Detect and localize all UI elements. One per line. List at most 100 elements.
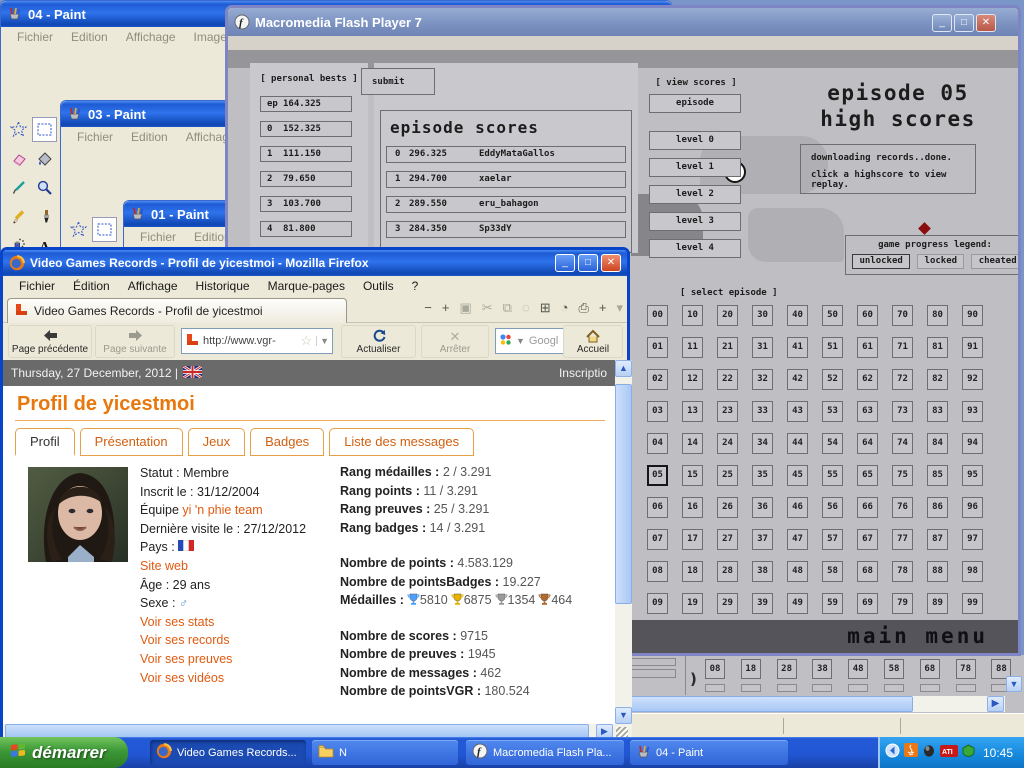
flash-titlebar[interactable]: f Macromedia Flash Player 7	[228, 8, 1018, 36]
menu-item-dition[interactable]: Édition	[65, 277, 118, 295]
fragment-hscrollbar[interactable]	[628, 696, 1005, 712]
episode-button-36[interactable]: 36	[752, 497, 773, 518]
fragment-hscroll-thumb[interactable]	[628, 696, 913, 712]
tab-liste-des-messages[interactable]: Liste des messages	[329, 428, 475, 456]
episode-button-50[interactable]: 50	[822, 305, 843, 326]
episode-button-44[interactable]: 44	[787, 433, 808, 454]
refresh-button[interactable]: Actualiser	[341, 325, 416, 358]
episode-button-03[interactable]: 03	[647, 401, 668, 422]
menu-item-edition[interactable]: Edition	[63, 28, 116, 46]
firefox-titlebar[interactable]: Video Games Records - Profil de yicestmo…	[3, 250, 627, 276]
episode-button-19[interactable]: 19	[682, 593, 703, 614]
mouse-tray-icon[interactable]	[922, 744, 936, 762]
uk-flag-icon[interactable]	[182, 364, 203, 381]
episode-button-92[interactable]: 92	[962, 369, 983, 390]
episode-button-62[interactable]: 62	[857, 369, 878, 390]
view-scores-button-level1[interactable]: level 1	[649, 158, 741, 177]
episode-button-12[interactable]: 12	[682, 369, 703, 390]
episode-button-05[interactable]: 05	[647, 465, 668, 486]
scroll-down-button[interactable]: ▼	[615, 707, 632, 724]
vscroll-thumb[interactable]	[615, 384, 632, 604]
episode-button-84[interactable]: 84	[927, 433, 948, 454]
profile-link[interactable]: yi 'n phie team	[182, 503, 262, 517]
episode-button-67[interactable]: 67	[857, 529, 878, 550]
episode-button-52[interactable]: 52	[822, 369, 843, 390]
url-bar[interactable]: http://www.vgr- ☆ ▼	[181, 328, 333, 354]
episode-button-91[interactable]: 91	[962, 337, 983, 358]
episode-button-86[interactable]: 86	[927, 497, 948, 518]
episode-button-58[interactable]: 58	[883, 659, 904, 679]
episode-button-99[interactable]: 99	[962, 593, 983, 614]
episode-button-51[interactable]: 51	[822, 337, 843, 358]
episode-button-32[interactable]: 32	[752, 369, 773, 390]
episode-button-04[interactable]: 04	[647, 433, 668, 454]
toolbar-icon[interactable]: −	[424, 300, 432, 316]
menu-item-edition[interactable]: Edition	[123, 128, 176, 146]
episode-button-22[interactable]: 22	[717, 369, 738, 390]
tab-badges[interactable]: Badges	[250, 428, 325, 456]
tool-pencil-icon[interactable]	[6, 204, 31, 229]
profile-link[interactable]: Voir ses preuves	[140, 652, 232, 666]
episode-button-54[interactable]: 54	[822, 433, 843, 454]
episode-button-27[interactable]: 27	[717, 529, 738, 550]
episode-button-38[interactable]: 38	[752, 561, 773, 582]
episode-button-41[interactable]: 41	[787, 337, 808, 358]
tool-magnifier-icon[interactable]	[32, 175, 57, 200]
episode-button-72[interactable]: 72	[892, 369, 913, 390]
episode-button-37[interactable]: 37	[752, 529, 773, 550]
episode-button-64[interactable]: 64	[857, 433, 878, 454]
episode-button-33[interactable]: 33	[752, 401, 773, 422]
update-tray-icon[interactable]	[962, 743, 975, 762]
episode-button-28[interactable]: 28	[717, 561, 738, 582]
toolbar-icon[interactable]: ⎙	[578, 300, 588, 316]
episode-button-39[interactable]: 39	[752, 593, 773, 614]
fragment-scroll-right-button[interactable]: ▶	[987, 696, 1004, 712]
java-tray-icon[interactable]	[904, 743, 918, 762]
episode-button-60[interactable]: 60	[857, 305, 878, 326]
tab-présentation[interactable]: Présentation	[79, 428, 183, 456]
profile-link[interactable]: Voir ses vidéos	[140, 671, 224, 685]
episode-button-46[interactable]: 46	[787, 497, 808, 518]
episode-button-43[interactable]: 43	[787, 401, 808, 422]
menu-item-?[interactable]: ?	[404, 277, 427, 295]
episode-button-15[interactable]: 15	[682, 465, 703, 486]
episode-button-26[interactable]: 26	[717, 497, 738, 518]
episode-button-96[interactable]: 96	[962, 497, 983, 518]
episode-button-08[interactable]: 08	[705, 659, 725, 679]
episode-button-08[interactable]: 08	[647, 561, 668, 582]
episode-score-row[interactable]: 2 289.550 eru_bahagon	[386, 196, 626, 213]
episode-button-89[interactable]: 89	[927, 593, 948, 614]
episode-button-78[interactable]: 78	[955, 659, 976, 679]
episode-button-24[interactable]: 24	[717, 433, 738, 454]
inscription-link[interactable]: Inscriptio	[559, 366, 607, 380]
firefox-maximize-button[interactable]: □	[578, 254, 598, 272]
ati-tray-icon[interactable]: ATI	[940, 744, 958, 762]
episode-button-70[interactable]: 70	[892, 305, 913, 326]
taskbar-task-firefox[interactable]: Video Games Records...	[150, 740, 306, 765]
flash-close-button[interactable]: ✕	[976, 14, 996, 32]
toolbar-icon[interactable]: +	[599, 300, 607, 316]
episode-button-57[interactable]: 57	[822, 529, 843, 550]
episode-button-56[interactable]: 56	[822, 497, 843, 518]
episode-button-42[interactable]: 42	[787, 369, 808, 390]
episode-button-93[interactable]: 93	[962, 401, 983, 422]
episode-button-83[interactable]: 83	[927, 401, 948, 422]
toolbar-icon[interactable]: ▣	[459, 300, 471, 316]
episode-button-25[interactable]: 25	[717, 465, 738, 486]
episode-button-17[interactable]: 17	[682, 529, 703, 550]
forward-button[interactable]: Page suivante	[95, 325, 175, 358]
menu-item-outils[interactable]: Outils	[355, 277, 402, 295]
episode-button-06[interactable]: 06	[647, 497, 668, 518]
episode-score-row[interactable]: 0 296.325 EddyMataGallos	[386, 146, 626, 163]
episode-button-77[interactable]: 77	[892, 529, 913, 550]
episode-button-53[interactable]: 53	[822, 401, 843, 422]
menu-item-fichier[interactable]: Fichier	[9, 28, 61, 46]
search-engine-dropdown-icon[interactable]: ▼	[516, 336, 525, 346]
toolbar-icon[interactable]: ⧉	[503, 300, 512, 316]
episode-button-10[interactable]: 10	[682, 305, 703, 326]
episode-button-80[interactable]: 80	[927, 305, 948, 326]
toolbar-icon[interactable]: ◔	[561, 300, 569, 316]
episode-button-18[interactable]: 18	[740, 659, 761, 679]
episode-button-20[interactable]: 20	[717, 305, 738, 326]
tool-fill-icon[interactable]	[32, 146, 57, 171]
